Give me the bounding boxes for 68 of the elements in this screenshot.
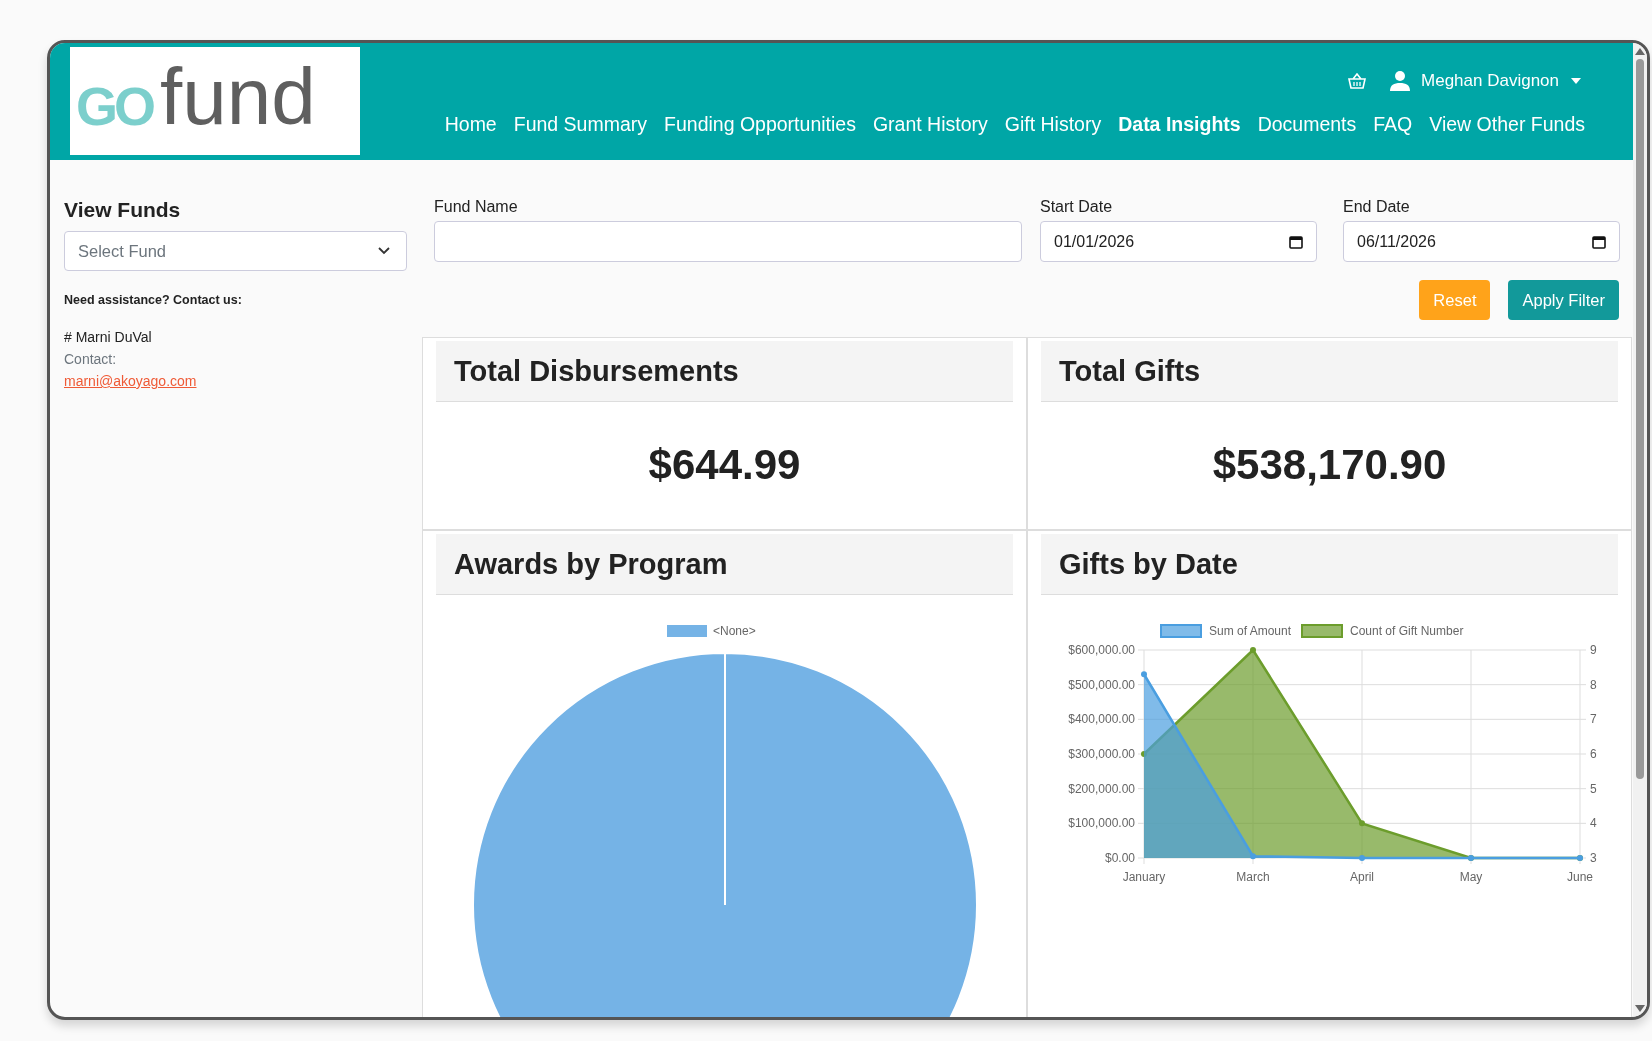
axis-label: $100,000.00 bbox=[1068, 816, 1135, 831]
axis-label: $600,000.00 bbox=[1068, 643, 1135, 657]
nav-link[interactable]: Grant History bbox=[872, 113, 988, 136]
nav-link[interactable]: Home bbox=[444, 113, 497, 136]
scroll-down-icon[interactable] bbox=[1635, 1005, 1645, 1013]
basket-icon[interactable] bbox=[1347, 72, 1367, 90]
nav-link[interactable]: Documents bbox=[1257, 113, 1357, 136]
field-label: End Date bbox=[1343, 198, 1411, 217]
nav-link[interactable]: View Other Funds bbox=[1429, 113, 1585, 136]
chevron-down-icon bbox=[378, 247, 390, 255]
axis-label: 5 bbox=[1590, 781, 1597, 796]
apply-filter-button[interactable]: Apply Filter bbox=[1508, 280, 1619, 320]
legend-item[interactable]: Sum of Amount bbox=[1160, 624, 1292, 638]
legend-label: Sum of Amount bbox=[1209, 624, 1292, 638]
axis-label: $400,000.00 bbox=[1068, 712, 1135, 727]
nav-link[interactable]: FAQ bbox=[1373, 113, 1413, 136]
calendar-icon[interactable] bbox=[1592, 234, 1606, 249]
axis-label: January bbox=[1122, 870, 1166, 884]
axis-label: $500,000.00 bbox=[1068, 677, 1135, 692]
card-title: Total Gifts bbox=[1059, 354, 1201, 388]
fund-name-field[interactable] bbox=[434, 221, 1022, 262]
axis-label: $300,000.00 bbox=[1068, 747, 1135, 761]
caret-icon[interactable] bbox=[1571, 78, 1581, 84]
legend-item[interactable]: <None> bbox=[667, 624, 756, 638]
point bbox=[1250, 853, 1256, 860]
total-amount: $538,170.90 bbox=[1212, 440, 1447, 489]
user-name[interactable]: Meghan Davignon bbox=[1421, 71, 1559, 91]
axis-label: 4 bbox=[1590, 816, 1597, 831]
logo[interactable]: GOfund bbox=[70, 47, 360, 155]
axis-label: 9 bbox=[1590, 643, 1597, 657]
reset-button[interactable]: Reset bbox=[1419, 280, 1491, 320]
user-icon bbox=[1389, 70, 1411, 92]
field-label: Fund Name bbox=[434, 198, 519, 217]
fund-select[interactable]: Select Fund bbox=[64, 231, 407, 271]
axis-label: 7 bbox=[1590, 712, 1597, 727]
scrollbar[interactable] bbox=[1633, 43, 1647, 1017]
assistance-heading: Need assistance? Contact us: bbox=[64, 293, 242, 307]
card-title: Awards by Program bbox=[454, 547, 728, 581]
nav-link[interactable]: Data Insights bbox=[1118, 113, 1241, 136]
section-title: View Funds bbox=[64, 198, 181, 223]
scroll-up-icon[interactable] bbox=[1635, 47, 1645, 55]
axis-label: 6 bbox=[1590, 747, 1597, 761]
axis-label: April bbox=[1350, 870, 1374, 884]
card-title: Gifts by Date bbox=[1059, 547, 1238, 581]
email-link[interactable]: marni@akoyago.com bbox=[64, 373, 197, 389]
axis-label: 3 bbox=[1590, 851, 1597, 865]
axis-label: $0.00 bbox=[1104, 851, 1135, 865]
axis-label: June bbox=[1567, 870, 1593, 884]
legend-label: Count of Gift Number bbox=[1350, 624, 1464, 638]
axis-label: March bbox=[1236, 870, 1270, 884]
calendar-icon[interactable] bbox=[1289, 234, 1303, 249]
axis-label: $200,000.00 bbox=[1068, 781, 1135, 796]
start-date-field[interactable]: 01/01/2026 bbox=[1040, 221, 1317, 262]
field-label: Start Date bbox=[1040, 198, 1114, 217]
card-title: Total Disbursements bbox=[454, 354, 739, 388]
nav-link[interactable]: Gift History bbox=[1004, 113, 1102, 136]
contact-label: Contact: bbox=[64, 351, 117, 367]
axis-label: 8 bbox=[1590, 677, 1597, 692]
contact-name: # Marni DuVal bbox=[64, 329, 152, 345]
legend-item[interactable]: Count of Gift Number bbox=[1301, 624, 1464, 638]
nav-link[interactable]: Funding Opportunities bbox=[664, 113, 856, 136]
point bbox=[1359, 855, 1365, 861]
point bbox=[1141, 671, 1147, 678]
total-amount: $644.99 bbox=[648, 440, 801, 489]
axis-label: May bbox=[1459, 870, 1483, 884]
end-date-field[interactable]: 06/11/2026 bbox=[1343, 221, 1620, 262]
nav-link[interactable]: Fund Summary bbox=[513, 113, 648, 136]
pie-slice[interactable] bbox=[472, 652, 978, 1017]
